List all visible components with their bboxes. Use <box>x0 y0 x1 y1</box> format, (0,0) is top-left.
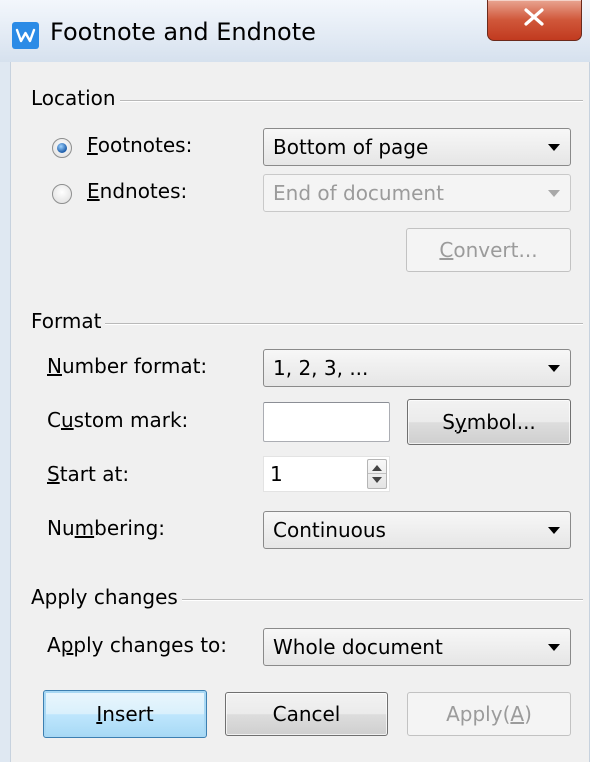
chevron-down-icon <box>548 190 560 197</box>
footnotes-radio[interactable] <box>52 138 72 158</box>
insert-button[interactable]: Insert <box>43 690 207 738</box>
symbol-button-label: mbol... <box>466 410 536 434</box>
start-at-label: Start at: <box>47 462 130 486</box>
convert-button-label: onvert... <box>453 238 538 262</box>
apply-changes-to-label: Apply changes to: <box>47 633 228 657</box>
close-icon <box>524 8 544 26</box>
footnotes-label[interactable]: Footnotes: <box>87 133 192 157</box>
chevron-down-icon <box>548 644 560 651</box>
radio-selected-dot <box>57 143 67 153</box>
spin-down-icon[interactable] <box>372 477 382 483</box>
custom-mark-label: Custom mark: <box>47 408 189 432</box>
number-format-label: Number format: <box>47 354 208 378</box>
insert-button-label: nsert <box>102 702 154 726</box>
footnotes-position-value: Bottom of page <box>273 135 429 159</box>
numbering-label: Numbering: <box>47 516 166 540</box>
chevron-down-icon <box>548 527 560 534</box>
custom-mark-label-text: stom mark: <box>73 408 189 432</box>
apply-group-label: Apply changes <box>31 585 182 609</box>
spin-divider <box>368 473 386 474</box>
apply-button[interactable]: Apply(A) <box>407 692 571 736</box>
number-format-select[interactable]: 1, 2, 3, ... <box>263 349 571 387</box>
endnotes-position-value: End of document <box>273 181 444 205</box>
chevron-down-icon <box>548 144 560 151</box>
start-at-label-text: tart at: <box>59 462 130 486</box>
format-group-divider <box>31 323 583 325</box>
location-group-label: Location <box>31 86 120 110</box>
symbol-button[interactable]: Symbol... <box>407 399 571 445</box>
cancel-button[interactable]: Cancel <box>225 692 388 736</box>
chevron-down-icon <box>548 365 560 372</box>
endnotes-position-select[interactable]: End of document <box>263 174 571 212</box>
convert-button[interactable]: Convert... <box>406 228 571 272</box>
title-bar[interactable]: Footnote and Endnote <box>0 0 590 62</box>
number-format-value: 1, 2, 3, ... <box>273 356 369 380</box>
start-at-value[interactable]: 1 <box>270 462 283 486</box>
dialog-body: Location Footnotes: Bottom of page Endno… <box>10 62 590 762</box>
endnotes-radio[interactable] <box>52 184 72 204</box>
apply-button-label: Apply( <box>446 702 511 726</box>
wps-writer-icon <box>12 22 39 49</box>
apply-changes-to-select[interactable]: Whole document <box>263 628 571 666</box>
endnotes-label-text: ndnotes: <box>99 179 188 203</box>
close-button[interactable] <box>487 0 582 41</box>
number-format-label-text: umber format: <box>61 354 208 378</box>
start-at-spin-buttons[interactable] <box>367 459 387 489</box>
apply-changes-to-value: Whole document <box>273 635 443 659</box>
format-group-label: Format <box>31 309 106 333</box>
numbering-label-text: bering: <box>94 516 166 540</box>
numbering-select[interactable]: Continuous <box>263 511 571 549</box>
numbering-value: Continuous <box>273 518 386 542</box>
endnotes-label[interactable]: Endnotes: <box>87 179 187 203</box>
window-title: Footnote and Endnote <box>50 18 316 46</box>
apply-changes-to-label-text: ply changes to: <box>73 633 228 657</box>
custom-mark-input[interactable] <box>263 402 390 442</box>
start-at-spinner[interactable]: 1 <box>263 456 390 492</box>
footnotes-position-select[interactable]: Bottom of page <box>263 128 571 166</box>
spin-up-icon[interactable] <box>372 465 382 471</box>
footnotes-label-text: ootnotes: <box>97 133 193 157</box>
